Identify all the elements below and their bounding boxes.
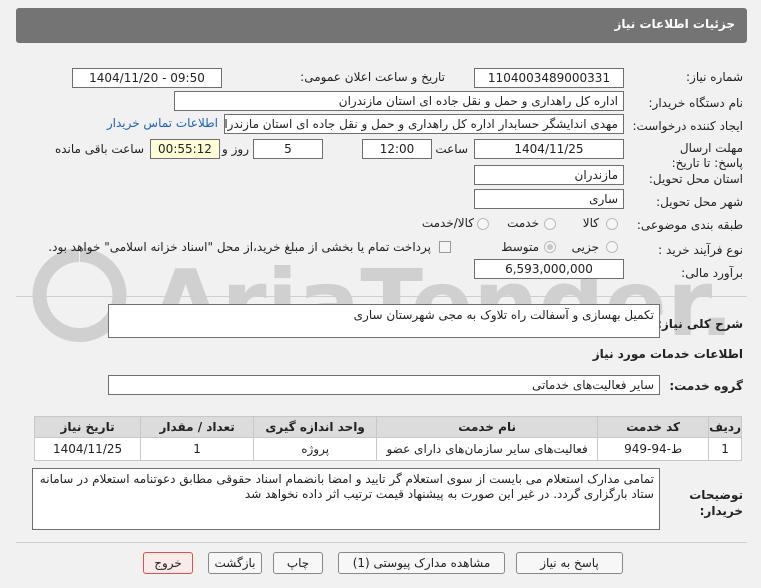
deadline-label: مهلت ارسال پاسخ: تا تاریخ: xyxy=(671,141,743,170)
buyer-org-field: اداره کل راهداری و حمل و نقل جاده ای است… xyxy=(174,91,624,111)
category-option-service: خدمت xyxy=(507,216,539,230)
province-field: مازندران xyxy=(474,165,624,185)
table-row: 1 ط-94-949 فعالیت‌های سایر سازمان‌های دا… xyxy=(33,437,742,461)
buyer-org-label: نام دستگاه خریدار: xyxy=(648,96,744,110)
announce-field: 1404/11/20 - 09:50 xyxy=(72,68,222,88)
category-radio-both[interactable] xyxy=(477,218,489,230)
estimate-field: 6,593,000,000 xyxy=(474,259,624,279)
reply-button[interactable]: پاسخ به نیاز xyxy=(516,552,623,574)
need-number-label: شماره نیاز: xyxy=(686,70,743,84)
requester-label: ایجاد کننده درخواست: xyxy=(632,119,743,133)
exit-button[interactable]: خروج xyxy=(143,552,193,574)
panel-header: جزئیات اطلاعات نیاز xyxy=(16,8,747,43)
city-label: شهر محل تحویل: xyxy=(656,195,743,209)
col-header-row-num: ردیف xyxy=(708,416,742,438)
notes-text: تمامی مدارک استعلام می بایست از سوی استع… xyxy=(39,472,654,501)
summary-text: تکمیل بهسازی و آسفالت راه تلاوک به مجی ش… xyxy=(353,308,654,322)
col-header-date: تاریخ نیاز xyxy=(33,416,142,438)
remaining-time-field: 00:55:12 xyxy=(150,139,220,159)
services-table: ردیف کد خدمت نام خدمت واحد اندازه گیری ت… xyxy=(33,416,742,461)
process-radio-medium[interactable] xyxy=(544,241,556,253)
footer-divider xyxy=(16,542,747,543)
notes-label: توضیحات خریدار: xyxy=(689,488,743,518)
notes-field: تمامی مدارک استعلام می بایست از سوی استع… xyxy=(32,468,660,530)
category-option-goods: کالا xyxy=(582,216,599,230)
process-option-minor: جزیی xyxy=(571,240,599,254)
col-header-code: کد خدمت xyxy=(597,416,710,438)
category-radio-service[interactable] xyxy=(544,218,556,230)
process-option-medium: متوسط xyxy=(501,240,539,254)
page-title: جزئیات اطلاعات نیاز xyxy=(614,17,735,31)
announce-label: تاریخ و ساعت اعلان عمومی: xyxy=(300,70,445,84)
requester-field: مهدی اندایشگر حسابدار اداره کل راهداری و… xyxy=(224,114,624,134)
service-group-field: سایر فعالیت‌های خدماتی xyxy=(108,375,660,395)
attachments-button[interactable]: مشاهده مدارک پیوستی (1) xyxy=(338,552,505,574)
deadline-time-field: 12:00 xyxy=(362,139,432,159)
need-number-field: 1104003489000331 xyxy=(474,68,624,88)
cell-date: 1404/11/25 xyxy=(33,437,142,461)
cell-name: فعالیت‌های سایر سازمان‌های دارای عضو xyxy=(376,437,599,461)
table-header-row: ردیف کد خدمت نام خدمت واحد اندازه گیری ت… xyxy=(33,416,742,438)
services-section-title: اطلاعات خدمات مورد نیاز xyxy=(592,347,743,361)
city-field: ساری xyxy=(474,189,624,209)
category-option-both: کالا/خدمت xyxy=(421,216,474,230)
time-label: ساعت xyxy=(435,142,468,156)
estimate-label: برآورد مالی: xyxy=(681,266,743,280)
remaining-label: ساعت باقی مانده xyxy=(54,142,144,156)
print-button[interactable]: چاپ xyxy=(273,552,323,574)
payment-checkbox[interactable] xyxy=(439,241,451,253)
col-header-unit: واحد اندازه گیری xyxy=(253,416,378,438)
process-label: نوع فرآیند خرید : xyxy=(658,243,743,257)
province-label: استان محل تحویل: xyxy=(648,172,743,186)
payment-note: پرداخت تمام یا بخشی از مبلغ خرید،از محل … xyxy=(48,240,431,254)
cell-unit: پروژه xyxy=(253,437,378,461)
days-field: 5 xyxy=(253,139,323,159)
deadline-date-field: 1404/11/25 xyxy=(474,139,624,159)
summary-label: شرح کلی نیاز: xyxy=(657,317,743,331)
cell-row-num: 1 xyxy=(708,437,742,461)
cell-qty: 1 xyxy=(140,437,255,461)
buyer-contact-link[interactable]: اطلاعات تماس خریدار xyxy=(107,116,218,130)
summary-field: تکمیل بهسازی و آسفالت راه تلاوک به مجی ش… xyxy=(108,304,660,338)
cell-code: ط-94-949 xyxy=(597,437,710,461)
process-radio-minor[interactable] xyxy=(606,241,618,253)
days-label: روز و xyxy=(222,142,249,156)
category-radio-goods[interactable] xyxy=(606,218,618,230)
service-group-label: گروه خدمت: xyxy=(669,379,743,393)
back-button[interactable]: بازگشت xyxy=(208,552,262,574)
col-header-qty: تعداد / مقدار xyxy=(140,416,255,438)
section-divider xyxy=(16,296,747,297)
col-header-name: نام خدمت xyxy=(376,416,599,438)
category-label: طبقه بندی موضوعی: xyxy=(636,218,743,232)
